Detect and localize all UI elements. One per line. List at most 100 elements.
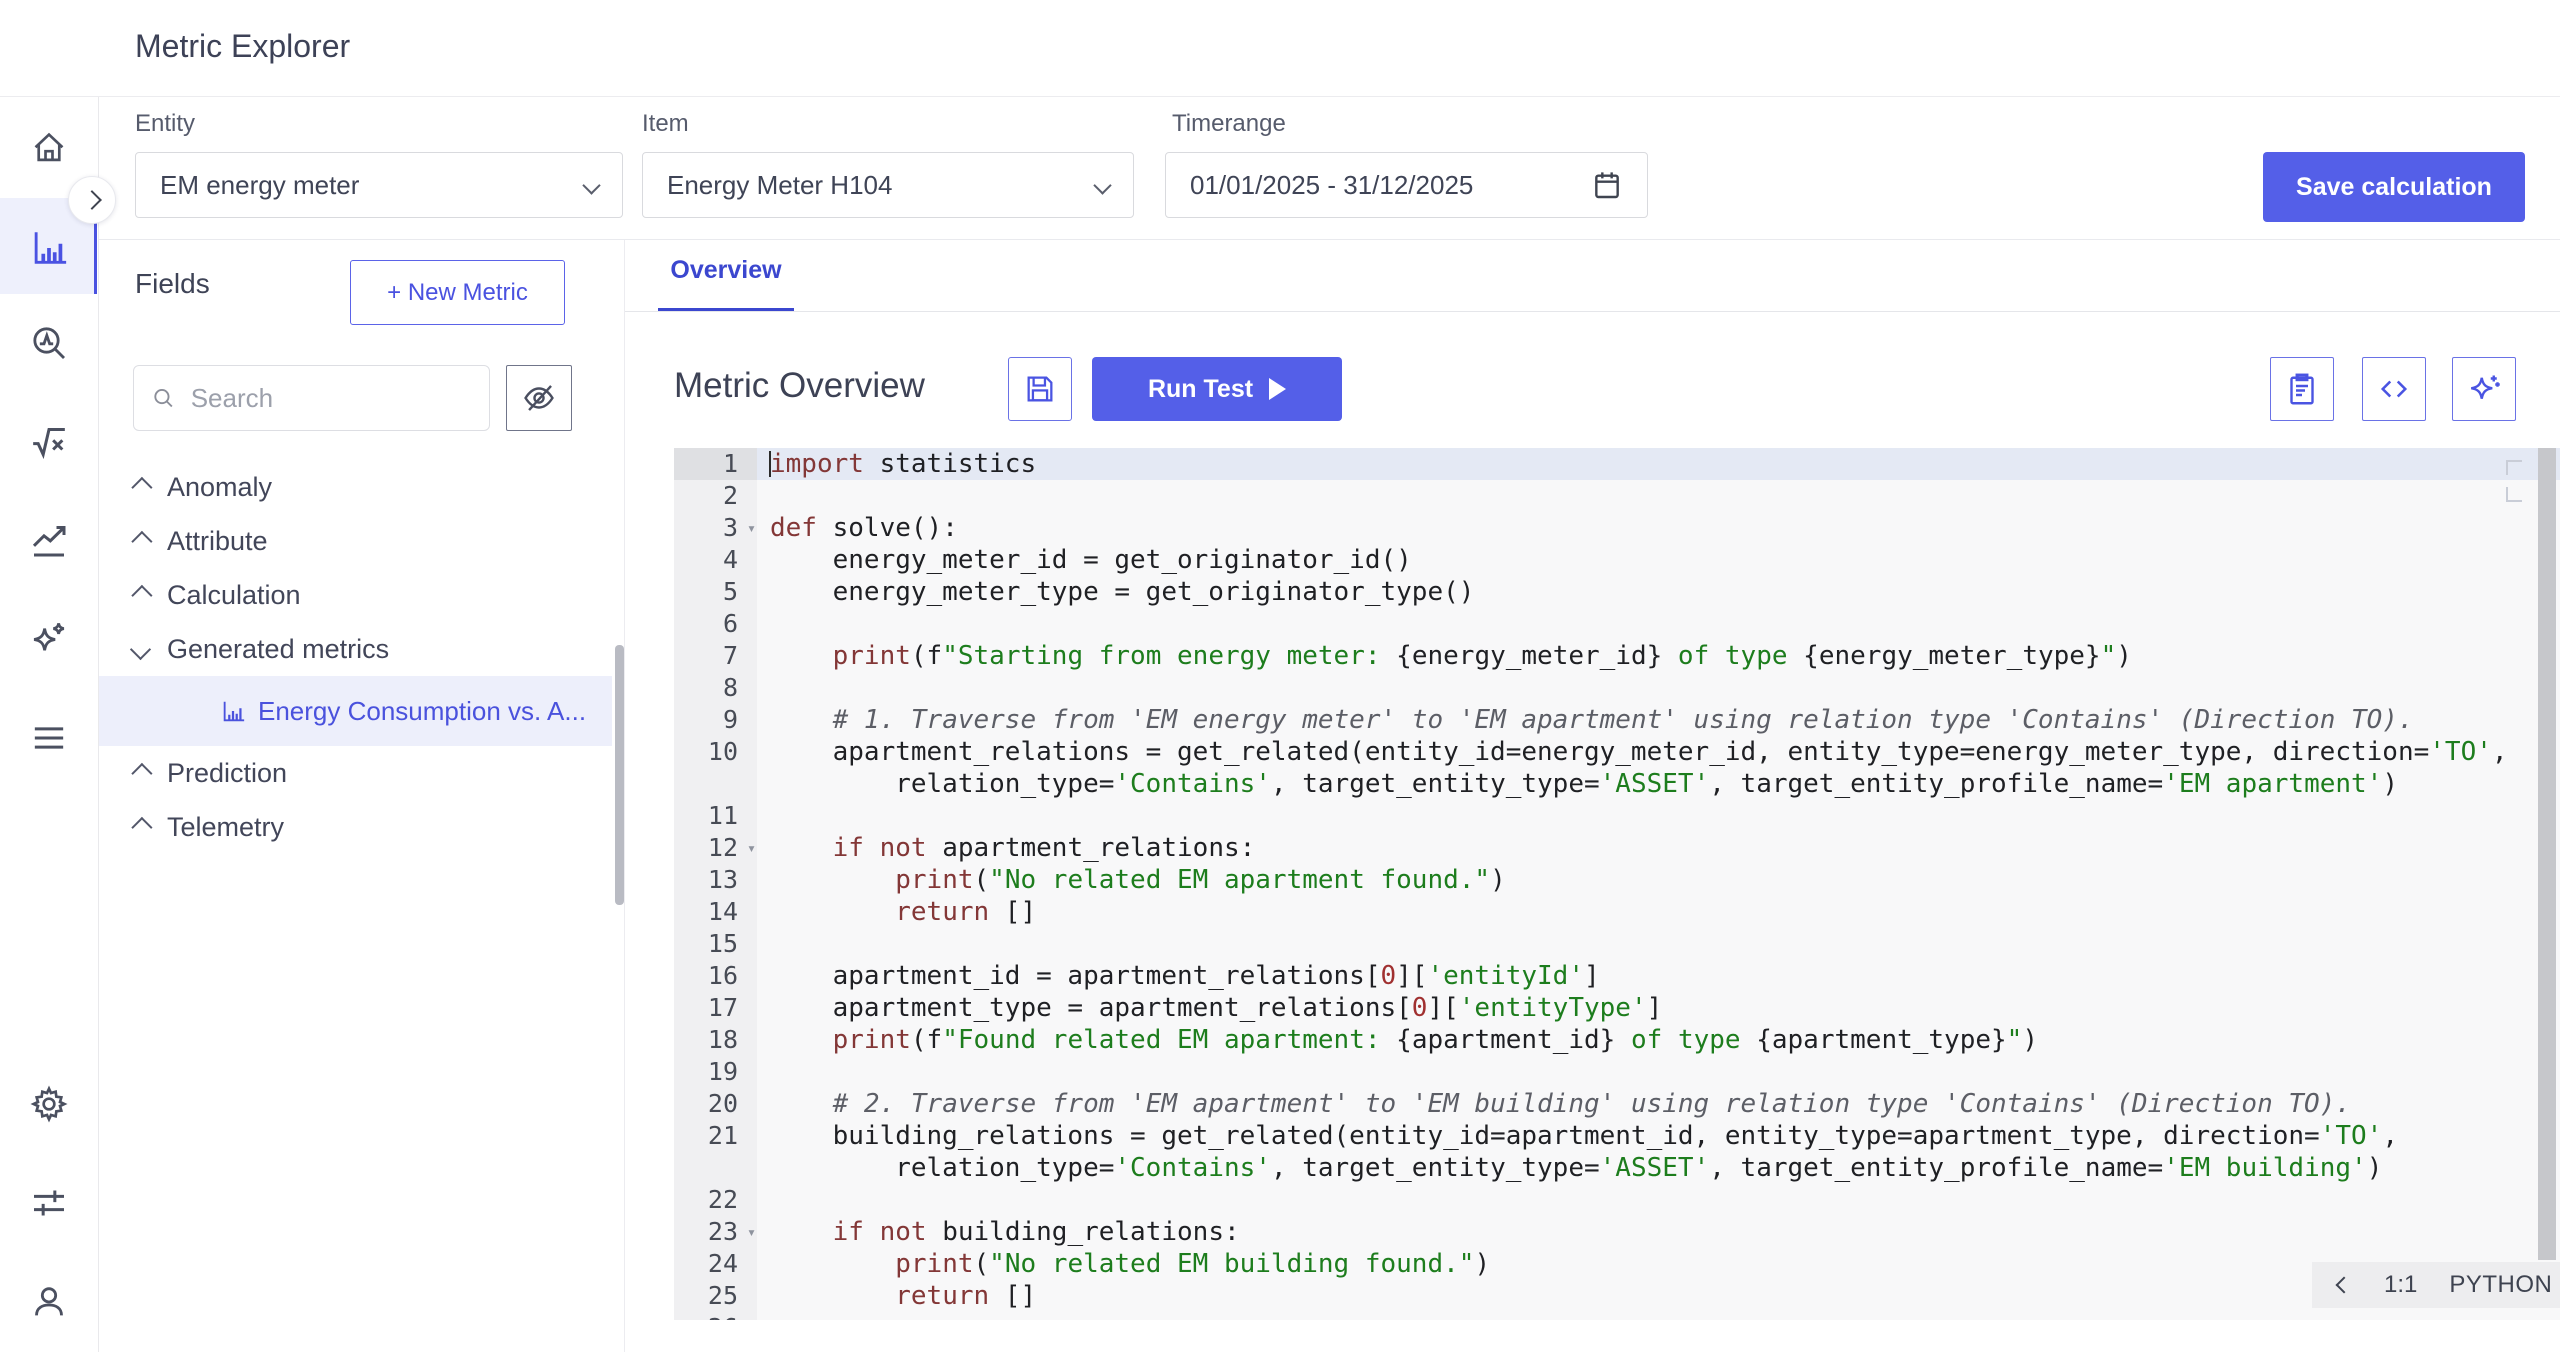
editor-line[interactable]: 3▾def solve(): (674, 512, 2560, 544)
fold-arrow-icon[interactable]: ▾ (747, 1216, 756, 1248)
code-line[interactable] (757, 1312, 2560, 1320)
editor-line[interactable]: 2 (674, 480, 2560, 512)
editor-line[interactable]: 5 energy_meter_type = get_originator_typ… (674, 576, 2560, 608)
gutter-line-number[interactable]: 13 (674, 864, 757, 896)
gutter-line-number[interactable] (674, 1152, 757, 1184)
new-metric-button[interactable]: + New Metric (350, 260, 565, 325)
timerange-picker[interactable]: 01/01/2025 - 31/12/2025 (1165, 152, 1648, 218)
editor-line[interactable]: 21 building_relations = get_related(enti… (674, 1120, 2560, 1152)
editor-line[interactable]: 13 print("No related EM apartment found.… (674, 864, 2560, 896)
code-line[interactable]: print("No related EM building found.") (757, 1248, 2560, 1280)
code-line[interactable] (757, 608, 2560, 640)
editor-line[interactable]: 26 (674, 1312, 2560, 1320)
gutter-line-number[interactable]: 22 (674, 1184, 757, 1216)
sidebar-item-home[interactable] (0, 120, 97, 176)
sidebar-item-metric-explorer[interactable] (0, 220, 97, 276)
editor-line[interactable]: 15 (674, 928, 2560, 960)
gutter-line-number[interactable]: 16 (674, 960, 757, 992)
tab-overview[interactable]: Overview (658, 256, 794, 285)
editor-line[interactable]: 16 apartment_id = apartment_relations[0]… (674, 960, 2560, 992)
save-calculation-button[interactable]: Save calculation (2263, 152, 2525, 222)
code-line[interactable]: print(f"Starting from energy meter: {ene… (757, 640, 2560, 672)
code-line[interactable]: # 1. Traverse from 'EM energy meter' to … (757, 704, 2560, 736)
code-line[interactable] (757, 800, 2560, 832)
fullscreen-toggle-icon[interactable] (2506, 460, 2522, 475)
gutter-line-number[interactable]: 11 (674, 800, 757, 832)
code-line[interactable]: relation_type='Contains', target_entity_… (757, 1152, 2560, 1184)
tree-section-attribute[interactable]: Attribute (98, 514, 617, 568)
editor-line[interactable]: 25 return [] (674, 1280, 2560, 1312)
sidebar-item-menu[interactable] (0, 710, 97, 766)
code-line[interactable]: apartment_type = apartment_relations[0][… (757, 992, 2560, 1024)
code-line[interactable]: energy_meter_id = get_originator_id() (757, 544, 2560, 576)
editor-line[interactable]: 24 print("No related EM building found."… (674, 1248, 2560, 1280)
editor-line[interactable]: 19 (674, 1056, 2560, 1088)
code-line[interactable] (757, 1056, 2560, 1088)
item-select[interactable]: Energy Meter H104 (642, 152, 1134, 218)
sidebar-item-settings[interactable] (0, 1076, 97, 1132)
toggle-hidden-fields-button[interactable] (506, 365, 572, 431)
gutter-line-number[interactable]: 17 (674, 992, 757, 1024)
tree-section-calculation[interactable]: Calculation (98, 568, 617, 622)
code-line[interactable] (757, 672, 2560, 704)
gutter-line-number[interactable]: 14 (674, 896, 757, 928)
editor-line[interactable]: 14 return [] (674, 896, 2560, 928)
gutter-line-number[interactable]: 5 (674, 576, 757, 608)
gutter-line-number[interactable]: 8 (674, 672, 757, 704)
gutter-line-number[interactable] (674, 768, 757, 800)
editor-line[interactable]: 9 # 1. Traverse from 'EM energy meter' t… (674, 704, 2560, 736)
fullscreen-toggle-icon[interactable] (2506, 487, 2522, 502)
editor-line[interactable]: 18 print(f"Found related EM apartment: {… (674, 1024, 2560, 1056)
gutter-line-number[interactable]: 18 (674, 1024, 757, 1056)
editor-line[interactable]: 12▾ if not apartment_relations: (674, 832, 2560, 864)
fold-arrow-icon[interactable]: ▾ (747, 512, 756, 544)
sidebar-item-preferences[interactable] (0, 1175, 97, 1231)
fields-panel-scrollbar[interactable] (615, 645, 624, 905)
gutter-line-number[interactable]: 24 (674, 1248, 757, 1280)
sidebar-item-anomaly-search[interactable] (0, 315, 97, 371)
code-line[interactable]: energy_meter_type = get_originator_type(… (757, 576, 2560, 608)
editor-line[interactable]: 20 # 2. Traverse from 'EM apartment' to … (674, 1088, 2560, 1120)
editor-line[interactable]: relation_type='Contains', target_entity_… (674, 768, 2560, 800)
editor-line[interactable]: 8 (674, 672, 2560, 704)
code-editor[interactable]: 1import statistics23▾def solve():4 energ… (674, 448, 2560, 1320)
ai-assist-button[interactable] (2452, 357, 2516, 421)
gutter-line-number[interactable]: 2 (674, 480, 757, 512)
code-view-button[interactable] (2362, 357, 2426, 421)
code-line[interactable]: if not building_relations: (757, 1216, 2560, 1248)
gutter-line-number[interactable]: 19 (674, 1056, 757, 1088)
editor-line[interactable]: 6 (674, 608, 2560, 640)
editor-scrollbar[interactable] (2538, 448, 2556, 1260)
gutter-line-number[interactable]: 7 (674, 640, 757, 672)
tree-section-prediction[interactable]: Prediction (98, 746, 617, 800)
gutter-line-number[interactable]: 20 (674, 1088, 757, 1120)
editor-line[interactable]: 1import statistics (674, 448, 2560, 480)
code-line[interactable]: return [] (757, 1280, 2560, 1312)
copy-clipboard-button[interactable] (2270, 357, 2334, 421)
sidebar-expand-button[interactable] (68, 176, 116, 224)
code-line[interactable]: print(f"Found related EM apartment: {apa… (757, 1024, 2560, 1056)
entity-select[interactable]: EM energy meter (135, 152, 623, 218)
gutter-line-number[interactable]: 15 (674, 928, 757, 960)
search-input[interactable] (189, 382, 471, 415)
editor-line[interactable]: relation_type='Contains', target_entity_… (674, 1152, 2560, 1184)
code-line[interactable]: def solve(): (757, 512, 2560, 544)
gutter-line-number[interactable]: 21 (674, 1120, 757, 1152)
sidebar-item-ai[interactable] (0, 612, 97, 668)
gutter-line-number[interactable]: 25 (674, 1280, 757, 1312)
editor-line[interactable]: 11 (674, 800, 2560, 832)
fold-arrow-icon[interactable]: ▾ (747, 832, 756, 864)
code-line[interactable] (757, 480, 2560, 512)
tree-item-energy-consumption-vs-a[interactable]: Energy Consumption vs. A... (98, 676, 612, 746)
code-line[interactable]: return [] (757, 896, 2560, 928)
code-line[interactable] (757, 928, 2560, 960)
run-test-button[interactable]: Run Test (1092, 357, 1342, 421)
code-line[interactable]: # 2. Traverse from 'EM apartment' to 'EM… (757, 1088, 2560, 1120)
editor-line[interactable]: 23▾ if not building_relations: (674, 1216, 2560, 1248)
gutter-line-number[interactable]: 26 (674, 1312, 757, 1320)
gutter-line-number[interactable]: 12▾ (674, 832, 757, 864)
sidebar-item-formula[interactable] (0, 414, 97, 470)
code-line[interactable]: apartment_id = apartment_relations[0]['e… (757, 960, 2560, 992)
gutter-line-number[interactable]: 4 (674, 544, 757, 576)
gutter-line-number[interactable]: 23▾ (674, 1216, 757, 1248)
